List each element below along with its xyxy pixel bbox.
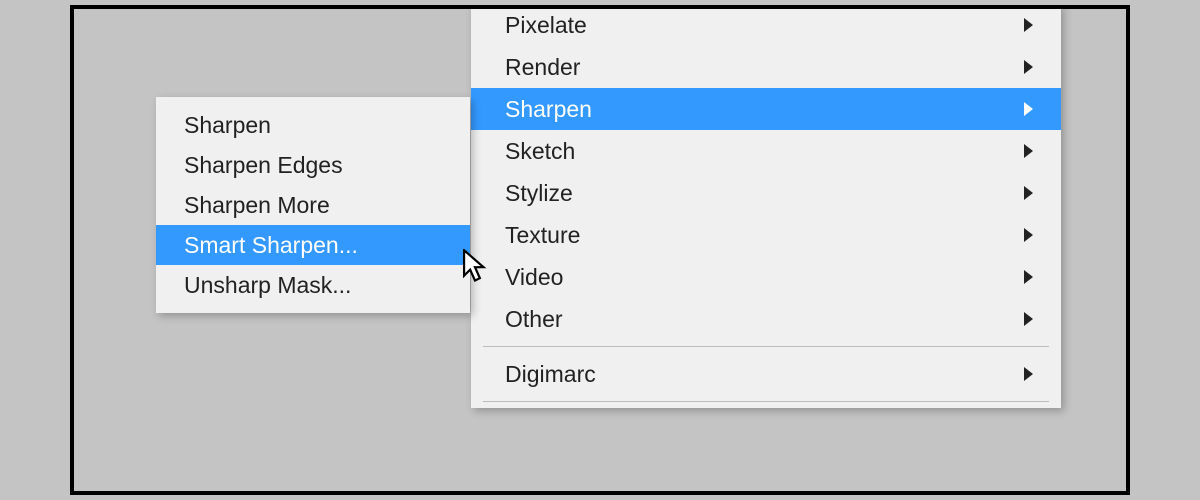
submenu-arrow-icon [1024,186,1033,200]
menu-item-sketch[interactable]: Sketch [471,130,1061,172]
menu-label: Other [505,306,563,333]
menu-separator [483,346,1049,347]
menu-label: Video [505,264,563,291]
menu-item-stylize[interactable]: Stylize [471,172,1061,214]
submenu-item-sharpen[interactable]: Sharpen [156,105,470,145]
submenu-item-unsharp-mask[interactable]: Unsharp Mask... [156,265,470,305]
submenu-item-sharpen-edges[interactable]: Sharpen Edges [156,145,470,185]
submenu-arrow-icon [1024,270,1033,284]
submenu-arrow-icon [1024,367,1033,381]
submenu-arrow-icon [1024,312,1033,326]
submenu-arrow-icon [1024,102,1033,116]
submenu-item-sharpen-more[interactable]: Sharpen More [156,185,470,225]
submenu-label: Sharpen [184,112,271,139]
submenu-label: Unsharp Mask... [184,272,351,299]
submenu-item-smart-sharpen[interactable]: Smart Sharpen... [156,225,470,265]
menu-item-render[interactable]: Render [471,46,1061,88]
app-frame: Pixelate Render Sharpen Sketch Stylize T… [70,5,1130,495]
menu-label: Digimarc [505,361,596,388]
menu-label: Sharpen [505,96,592,123]
menu-label: Texture [505,222,580,249]
menu-label: Render [505,54,580,81]
menu-item-digimarc[interactable]: Digimarc [471,353,1061,395]
sharpen-submenu: Sharpen Sharpen Edges Sharpen More Smart… [156,97,470,313]
menu-label: Sketch [505,138,575,165]
menu-item-texture[interactable]: Texture [471,214,1061,256]
menu-item-video[interactable]: Video [471,256,1061,298]
submenu-arrow-icon [1024,18,1033,32]
submenu-arrow-icon [1024,144,1033,158]
menu-label: Stylize [505,180,573,207]
menu-item-sharpen[interactable]: Sharpen [471,88,1061,130]
submenu-arrow-icon [1024,60,1033,74]
menu-label: Pixelate [505,12,587,39]
filter-menu: Pixelate Render Sharpen Sketch Stylize T… [471,5,1061,408]
submenu-label: Sharpen More [184,192,330,219]
menu-item-pixelate[interactable]: Pixelate [471,5,1061,46]
menu-separator [483,401,1049,402]
submenu-arrow-icon [1024,228,1033,242]
submenu-label: Smart Sharpen... [184,232,358,259]
menu-item-other[interactable]: Other [471,298,1061,340]
submenu-label: Sharpen Edges [184,152,343,179]
